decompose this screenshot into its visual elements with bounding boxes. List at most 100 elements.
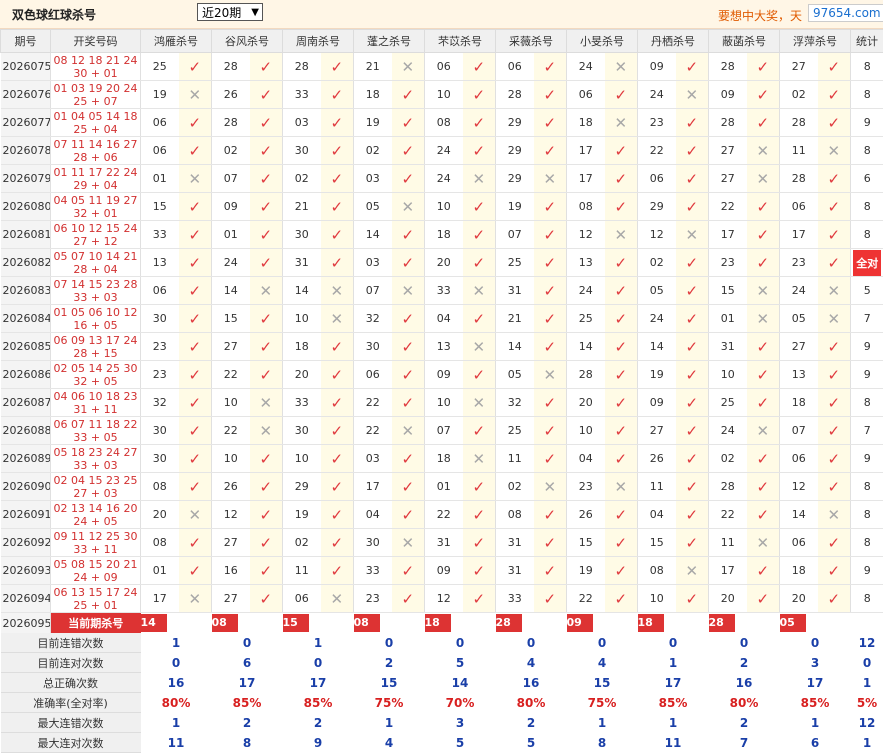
- current-kill-number: 18: [638, 614, 664, 632]
- draw-line-2: 25 + 01: [51, 599, 140, 612]
- count-cell: 6: [851, 165, 883, 193]
- kill-number: 27: [638, 417, 676, 445]
- stat-value: 4: [354, 733, 425, 753]
- current-kill-number: 28: [496, 614, 522, 632]
- check-icon: ✓: [321, 53, 354, 81]
- kill-number: 29: [496, 165, 534, 193]
- draw-cell: 01 03 19 20 2425 + 07: [51, 81, 141, 109]
- check-icon: ✓: [605, 193, 638, 221]
- kill-number: 13: [780, 361, 818, 389]
- check-icon: ✓: [818, 193, 851, 221]
- col-expert: 小旻杀号: [567, 30, 638, 53]
- draw-line-1: 06 13 15 17 24: [51, 586, 140, 599]
- kill-number: 19: [354, 109, 392, 137]
- check-icon: ✓: [250, 53, 283, 81]
- check-icon: ✓: [605, 501, 638, 529]
- stat-value-total: 1: [851, 733, 883, 753]
- kill-number: 30: [141, 445, 179, 473]
- stat-value: 8: [212, 733, 283, 753]
- kill-number: 18: [425, 445, 463, 473]
- cross-icon: ✕: [321, 585, 354, 613]
- stat-value-total: 12: [851, 633, 883, 653]
- table-row: 202609305 08 15 20 2124 + 0901✓16✓11✓33✓…: [1, 557, 883, 585]
- cross-icon: ✕: [250, 417, 283, 445]
- kill-number: 01: [141, 165, 179, 193]
- kill-number: 19: [283, 501, 321, 529]
- stat-value: 1: [567, 713, 638, 733]
- stat-value: 85%: [212, 693, 283, 713]
- kill-number: 07: [212, 165, 250, 193]
- table-row: 202609406 13 15 17 2425 + 0117✕27✓06✕23✓…: [1, 585, 883, 613]
- count-cell: 8: [851, 585, 883, 613]
- kill-number: 23: [780, 249, 818, 277]
- check-icon: ✓: [605, 277, 638, 305]
- count-cell: 8: [851, 53, 883, 81]
- cross-icon: ✕: [179, 501, 212, 529]
- check-icon: ✓: [818, 221, 851, 249]
- kill-number: 23: [354, 585, 392, 613]
- count-cell: 8: [851, 221, 883, 249]
- kill-number: 27: [212, 529, 250, 557]
- kill-number: 03: [354, 249, 392, 277]
- kill-number: 24: [425, 165, 463, 193]
- cross-icon: ✕: [676, 221, 709, 249]
- kill-number: 29: [638, 193, 676, 221]
- check-icon: ✓: [321, 361, 354, 389]
- draw-cell: 07 14 15 23 2833 + 03: [51, 277, 141, 305]
- col-expert: 采薇杀号: [496, 30, 567, 53]
- check-icon: ✓: [392, 165, 425, 193]
- kill-number: 33: [354, 557, 392, 585]
- kill-number: 10: [567, 417, 605, 445]
- check-icon: ✓: [179, 305, 212, 333]
- kill-number: 25: [709, 389, 747, 417]
- kill-number: 30: [283, 137, 321, 165]
- period-select[interactable]: 近20期 ▼: [197, 3, 263, 21]
- check-icon: ✓: [818, 389, 851, 417]
- kill-number: 10: [283, 445, 321, 473]
- kill-number: 30: [354, 529, 392, 557]
- check-icon: ✓: [392, 501, 425, 529]
- kill-number: 19: [638, 361, 676, 389]
- stat-value: 4: [567, 653, 638, 673]
- kill-number: 05: [638, 277, 676, 305]
- check-icon: ✓: [747, 361, 780, 389]
- draw-cell: 05 18 23 24 2733 + 03: [51, 445, 141, 473]
- check-icon: ✓: [392, 473, 425, 501]
- check-icon: ✓: [747, 585, 780, 613]
- check-icon: ✓: [676, 585, 709, 613]
- kill-number: 29: [496, 109, 534, 137]
- kill-number: 26: [567, 501, 605, 529]
- draw-line-1: 04 05 11 19 27: [51, 194, 140, 207]
- kill-number: 19: [567, 557, 605, 585]
- stat-value: 17: [638, 673, 709, 693]
- check-icon: ✓: [818, 417, 851, 445]
- stat-value: 6: [212, 653, 283, 673]
- cross-icon: ✕: [747, 277, 780, 305]
- kill-number: 26: [638, 445, 676, 473]
- current-kill-cell: 08: [354, 613, 425, 634]
- table-row: 202608806 07 11 18 2233 + 0530✓22✕30✓22✕…: [1, 417, 883, 445]
- kill-number: 06: [141, 109, 179, 137]
- kill-number: 12: [425, 585, 463, 613]
- draw-cell: 01 05 06 10 1216 + 05: [51, 305, 141, 333]
- stat-value: 17: [212, 673, 283, 693]
- count-cell: 8: [851, 137, 883, 165]
- check-icon: ✓: [392, 221, 425, 249]
- kill-number: 24: [212, 249, 250, 277]
- stat-value: 85%: [780, 693, 851, 713]
- kill-number: 28: [212, 53, 250, 81]
- draw-line-2: 24 + 09: [51, 571, 140, 584]
- cross-icon: ✕: [534, 473, 567, 501]
- check-icon: ✓: [534, 529, 567, 557]
- period-cell: 2026087: [1, 389, 51, 417]
- check-icon: ✓: [747, 389, 780, 417]
- check-icon: ✓: [534, 333, 567, 361]
- kill-number: 01: [141, 557, 179, 585]
- check-icon: ✓: [250, 501, 283, 529]
- check-icon: ✓: [605, 417, 638, 445]
- check-icon: ✓: [534, 193, 567, 221]
- draw-line-2: 28 + 06: [51, 151, 140, 164]
- draw-line-2: 33 + 11: [51, 543, 140, 556]
- kill-number: 03: [354, 165, 392, 193]
- check-icon: ✓: [321, 473, 354, 501]
